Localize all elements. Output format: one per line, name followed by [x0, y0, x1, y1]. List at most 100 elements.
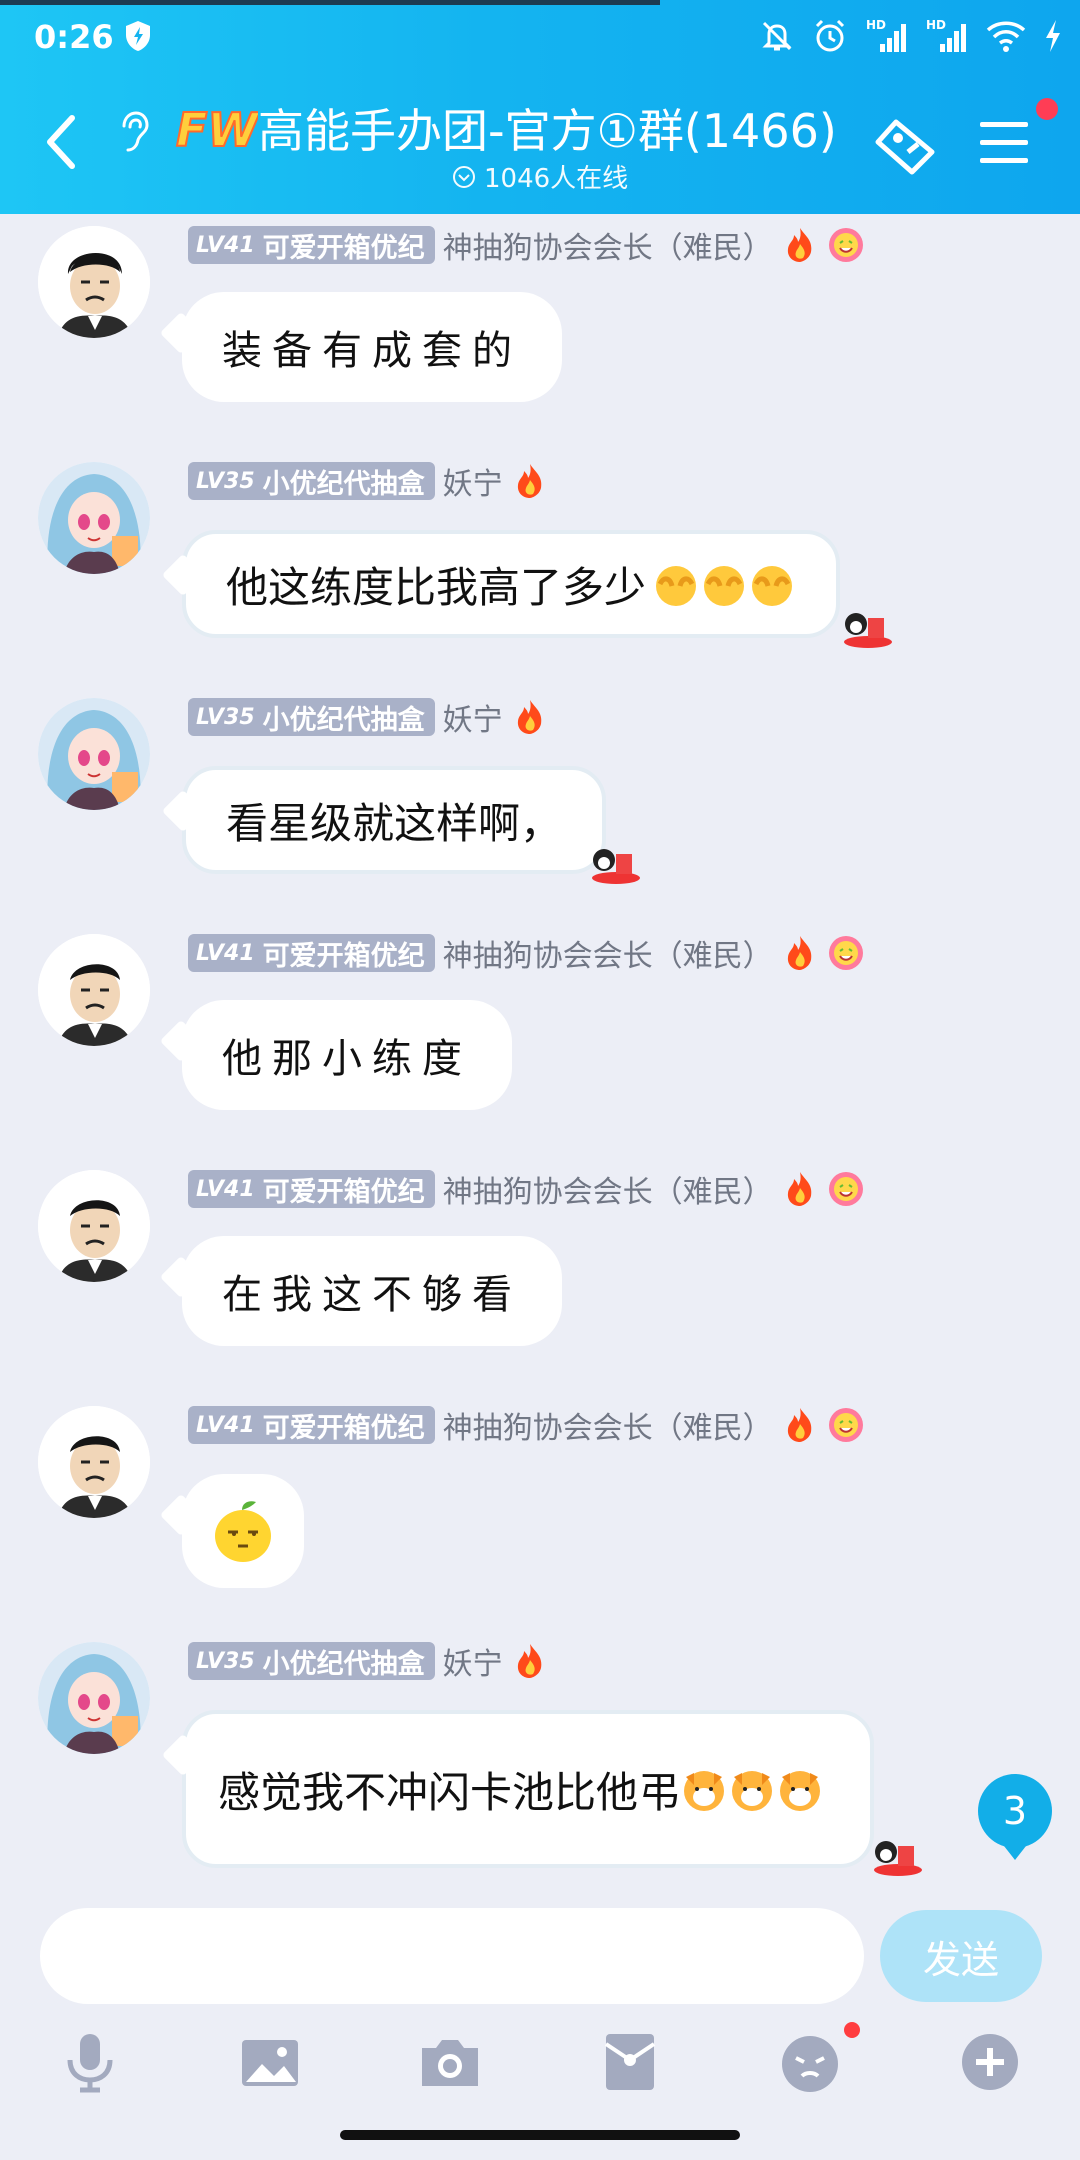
girl-avatar-art — [38, 1642, 150, 1754]
tag-icon[interactable] — [872, 112, 942, 178]
message-text: 他这练度比我高了多少 — [226, 562, 647, 612]
unread-count-badge[interactable]: 3 — [978, 1774, 1052, 1860]
man-avatar-art — [38, 1406, 150, 1518]
message-bubble[interactable]: 他这练度比我高了多少 — [182, 530, 841, 638]
home-indicator[interactable] — [340, 2130, 740, 2140]
level-badge[interactable]: LV41 可爱开箱优纪 — [188, 226, 435, 264]
shy-emoji-icon — [656, 566, 697, 606]
chat-header: 0:26 HD HD FW 高能手办团-官方①群(1466) 1046人在线 — [0, 0, 1080, 214]
level-badge[interactable]: LV41 可爱开箱优纪 — [188, 1406, 435, 1444]
back-button[interactable] — [40, 112, 84, 172]
level-badge[interactable]: LV35 小优纪代抽盒 — [188, 1642, 435, 1680]
man-avatar[interactable] — [38, 1170, 150, 1282]
sender-nickname[interactable]: 神抽狗协会会长（难民） — [443, 223, 773, 267]
ear-icon[interactable] — [116, 110, 150, 154]
image-icon[interactable] — [238, 2030, 302, 2094]
girl-avatar[interactable] — [38, 1642, 150, 1754]
message-text: 感觉我不冲闪卡池比他弔 — [218, 1767, 681, 1817]
sender-nickname[interactable]: 妖宁 — [443, 695, 503, 739]
man-avatar-art — [38, 1170, 150, 1282]
message-text: 看星级就这样啊， — [226, 798, 563, 848]
message-bubble[interactable] — [182, 1474, 304, 1588]
message-bubble[interactable]: 他那小练度 — [182, 1000, 512, 1110]
message-text: 在我这不够看 — [222, 1272, 522, 1318]
man-avatar-art — [38, 226, 150, 338]
penguin-sled-icon — [844, 613, 892, 648]
smile-flower-icon — [828, 1172, 863, 1206]
message-bubble[interactable]: 感觉我不冲闪卡池比他弔 — [182, 1710, 874, 1868]
emoji-icon[interactable] — [778, 2030, 842, 2094]
chat-title[interactable]: 高能手办团-官方①群(1466) — [258, 95, 837, 161]
message-meta: LV41 可爱开箱优纪 神抽狗协会会长（难民） — [188, 1403, 865, 1447]
girl-avatar[interactable] — [38, 698, 150, 810]
sender-nickname[interactable]: 妖宁 — [443, 459, 503, 503]
alarm-icon — [815, 19, 845, 52]
shy-emoji-icon — [704, 566, 745, 606]
message-bubble[interactable]: 在我这不够看 — [182, 1236, 562, 1346]
smile-flower-icon — [828, 936, 863, 970]
smile-flower-icon — [828, 228, 863, 262]
level-badge[interactable]: LV35 小优纪代抽盒 — [188, 698, 435, 736]
message-bubble[interactable]: 看星级就这样啊， — [182, 766, 607, 874]
man-avatar[interactable] — [38, 1406, 150, 1518]
dog-emoji-icon — [780, 1771, 821, 1811]
charging-icon — [1046, 20, 1060, 52]
svg-text:HD: HD — [866, 18, 886, 32]
fire-icon — [787, 936, 811, 970]
notification-dot — [1036, 98, 1058, 120]
level-badge[interactable]: LV35 小优纪代抽盒 — [188, 462, 435, 500]
message-bubble[interactable]: 装备有成套的 — [182, 292, 562, 402]
girl-avatar-art — [38, 698, 150, 810]
status-icons: HD HD — [760, 18, 1062, 54]
message-meta: LV41 可爱开箱优纪 神抽狗协会会长（难民） — [188, 931, 865, 975]
message-input[interactable] — [40, 1908, 864, 2004]
sender-nickname[interactable]: 神抽狗协会会长（难民） — [443, 1403, 773, 1447]
fire-icon — [517, 1644, 541, 1678]
man-avatar[interactable] — [38, 934, 150, 1046]
dog-emoji-icon — [732, 1771, 773, 1811]
group-logo: FW — [175, 102, 258, 156]
penguin-sled-icon — [592, 849, 640, 884]
bell-off-icon — [762, 21, 792, 51]
notification-dot — [844, 2022, 860, 2038]
online-count[interactable]: 1046人在线 — [452, 158, 628, 195]
wifi-icon — [986, 21, 1026, 52]
girl-avatar[interactable] — [38, 462, 150, 574]
penguin-sled-icon — [874, 1841, 922, 1876]
chevron-down-circle-icon — [453, 165, 475, 188]
mic-icon[interactable] — [58, 2030, 122, 2094]
fire-icon — [787, 1408, 811, 1442]
plus-icon[interactable] — [958, 2030, 1022, 2094]
message-meta: LV35 小优纪代抽盒 妖宁 — [188, 695, 549, 739]
fire-icon — [517, 464, 541, 498]
message-meta: LV41 可爱开箱优纪 神抽狗协会会长（难民） — [188, 1167, 865, 1211]
sender-nickname[interactable]: 神抽狗协会会长（难民） — [443, 931, 773, 975]
send-button[interactable]: 发送 — [880, 1910, 1042, 2002]
red-packet-icon[interactable] — [598, 2030, 662, 2094]
message-meta: LV41 可爱开箱优纪 神抽狗协会会长（难民） — [188, 223, 865, 267]
level-badge[interactable]: LV41 可爱开箱优纪 — [188, 1170, 435, 1208]
fire-icon — [787, 1172, 811, 1206]
online-count-label: 1046人在线 — [484, 164, 629, 194]
camera-icon[interactable] — [418, 2030, 482, 2094]
message-meta: LV35 小优纪代抽盒 妖宁 — [188, 1639, 549, 1683]
sender-nickname[interactable]: 神抽狗协会会长（难民） — [443, 1167, 773, 1211]
menu-icon[interactable] — [978, 118, 1030, 168]
message-meta: LV35 小优纪代抽盒 妖宁 — [188, 459, 549, 503]
girl-avatar-art — [38, 462, 150, 574]
status-time: 0:26 — [34, 18, 114, 56]
message-text: 装备有成套的 — [222, 328, 522, 374]
smile-flower-icon — [828, 1408, 863, 1442]
shy-emoji-icon — [752, 566, 793, 606]
shield-icon — [126, 21, 150, 51]
man-avatar[interactable] — [38, 226, 150, 338]
dog-emoji-icon — [684, 1771, 725, 1811]
lemon-emoji-icon — [215, 1501, 271, 1562]
signal-hd-icon: HD — [866, 18, 906, 52]
man-avatar-art — [38, 934, 150, 1046]
sender-nickname[interactable]: 妖宁 — [443, 1639, 503, 1683]
message-text: 他那小练度 — [222, 1036, 472, 1082]
level-badge[interactable]: LV41 可爱开箱优纪 — [188, 934, 435, 972]
svg-text:HD: HD — [926, 18, 946, 32]
top-progress-line — [0, 0, 660, 5]
